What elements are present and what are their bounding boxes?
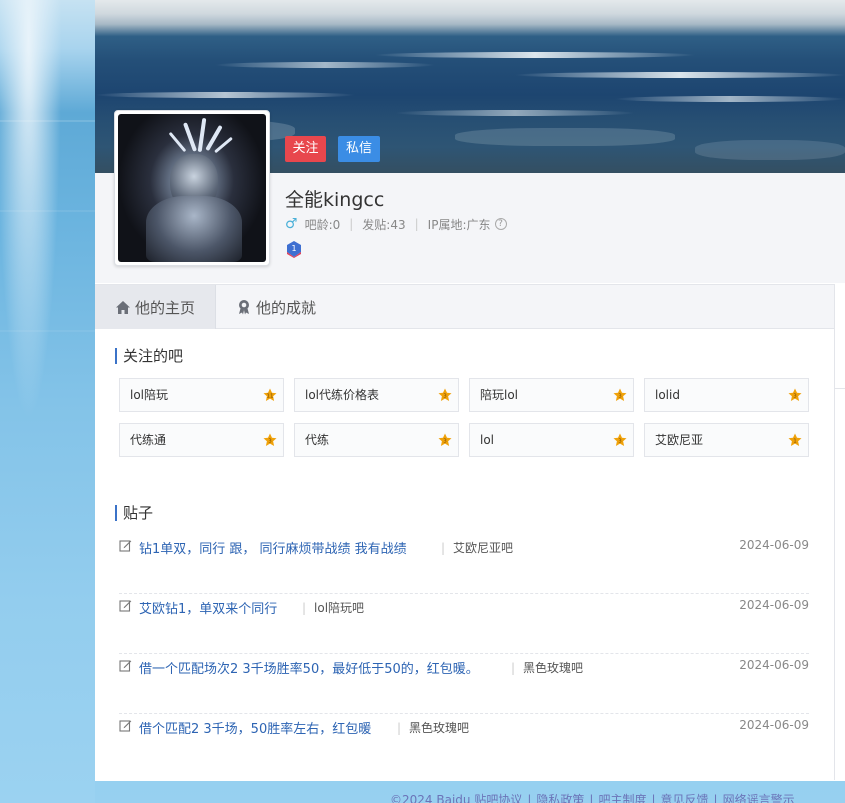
footer-link[interactable]: 贴吧协议 (474, 793, 522, 803)
forum-level-badge-icon: 11 (263, 388, 277, 401)
forum-level: 3 (443, 439, 447, 445)
forum-level-badge-icon: 3 (438, 388, 452, 401)
post-item: 钻1单双，同行 跟， 同行麻烦带战绩 我有战绩 | 艾欧尼亚吧 2024-06-0… (119, 534, 809, 594)
forum-item[interactable]: 陪玩lol 3 (469, 378, 634, 412)
message-button[interactable]: 私信 (338, 136, 380, 162)
forum-item[interactable]: lolid 3 (644, 378, 809, 412)
edit-icon (119, 600, 132, 612)
forum-name: 代练 (305, 433, 330, 447)
edit-icon (119, 660, 132, 672)
forum-name: lol (480, 433, 495, 447)
user-level-badge-icon[interactable]: 1 (285, 240, 303, 258)
banner-wave (515, 72, 845, 78)
avatar[interactable] (114, 110, 270, 266)
tab-home[interactable]: 他的主页 (95, 285, 217, 329)
tab-achievements[interactable]: 他的成就 (216, 285, 336, 329)
forum-name: 艾欧尼亚 (655, 433, 704, 447)
forum-name: 代练通 (130, 433, 167, 447)
forum-level: 3 (618, 394, 622, 400)
footer-link[interactable]: 吧主制度 (598, 793, 646, 803)
banner-wave (215, 62, 435, 68)
forum-level: 3 (268, 439, 272, 445)
home-icon (116, 300, 130, 314)
forum-name: lol代练价格表 (305, 388, 380, 402)
background-wave (0, 210, 95, 212)
banner-foam (455, 128, 675, 146)
forum-name: lolid (655, 388, 680, 402)
forum-item[interactable]: lol陪玩 11 (119, 378, 284, 412)
footer-link[interactable]: 意见反馈 (661, 793, 709, 803)
banner-wave (95, 92, 355, 98)
post-title[interactable]: 钻1单双，同行 跟， 同行麻烦带战绩 我有战绩 (139, 538, 407, 557)
profile-tabs: 他的主页 他的成就 (95, 284, 834, 329)
banner-foam (695, 140, 845, 160)
post-title[interactable]: 借一个匹配场次2 3千场胜率50，最好低于50的，红包暖。 (139, 658, 479, 677)
post-forum[interactable]: | 黑色玫瑰吧 (389, 719, 469, 736)
avatar-image (118, 114, 266, 262)
post-count: 发贴:43 (362, 217, 406, 232)
ip-location: IP属地:广东 (427, 217, 491, 232)
followed-forums-title: 关注的吧 (115, 348, 183, 364)
footer-link[interactable]: 隐私政策 (536, 793, 584, 803)
forum-item[interactable]: 代练通 3 (119, 423, 284, 457)
edit-icon (119, 540, 132, 552)
post-title[interactable]: 借个匹配2 3千场，50胜率左右，红包暖 (139, 718, 371, 737)
banner-wave (375, 52, 695, 58)
forum-age: 吧龄:0 (304, 217, 341, 232)
followed-forums-list: lol陪玩 11 lol代练价格表 3 陪玩lol 3 lolid 3 代练通 … (119, 378, 809, 457)
meta-separator: | (414, 217, 419, 231)
male-gender-icon: ♂ (285, 216, 298, 232)
forum-name: 陪玩lol (480, 388, 519, 402)
post-date: 2024-06-09 (739, 538, 809, 552)
posts-title: 贴子 (115, 505, 153, 521)
forum-level-badge-icon: 3 (263, 433, 277, 446)
forum-level: 1 (793, 439, 797, 445)
medal-icon (239, 300, 250, 315)
sidebar-divider (835, 388, 845, 389)
forum-item[interactable]: lol代练价格表 3 (294, 378, 459, 412)
forum-name: lol陪玩 (130, 388, 169, 402)
background-sea (0, 0, 95, 803)
follow-button[interactable]: 关注 (285, 136, 326, 162)
post-date: 2024-06-09 (739, 598, 809, 612)
forum-level: 3 (793, 394, 797, 400)
background-wave (0, 120, 95, 122)
forum-level: 3 (443, 394, 447, 400)
banner-wave (395, 110, 635, 116)
post-forum[interactable]: | 艾欧尼亚吧 (433, 539, 513, 556)
post-forum[interactable]: | lol陪玩吧 (294, 599, 364, 616)
forum-level-badge-icon: 3 (788, 388, 802, 401)
meta-separator: | (349, 217, 354, 231)
user-meta: ♂ 吧龄:0 | 发贴:43 | IP属地:广东 ? (285, 215, 507, 233)
page-footer: ©2024 Baidu 贴吧协议 | 隐私政策 | 吧主制度 | 意见反馈 | 网络谣言警示 (390, 791, 795, 803)
post-item: 借一个匹配场次2 3千场胜率50，最好低于50的，红包暖。 | 黑色玫瑰吧 202… (119, 654, 809, 714)
forum-level: 3 (618, 439, 622, 445)
edit-icon (119, 720, 132, 732)
sidebar-divider (834, 284, 835, 780)
forum-level-badge-icon: 1 (788, 433, 802, 446)
post-forum[interactable]: | 黑色玫瑰吧 (503, 659, 583, 676)
forum-level-badge-icon: 3 (613, 388, 627, 401)
user-level-number: 1 (291, 244, 296, 253)
forum-item[interactable]: 代练 3 (294, 423, 459, 457)
forum-level-badge-icon: 3 (438, 433, 452, 446)
footer-copyright: ©2024 Baidu (390, 793, 471, 803)
banner-wave (615, 96, 845, 102)
forum-item[interactable]: lol 3 (469, 423, 634, 457)
footer-link[interactable]: 网络谣言警示 (723, 793, 795, 803)
username: 全能kingcc (285, 189, 385, 211)
forum-item[interactable]: 艾欧尼亚 1 (644, 423, 809, 457)
tab-home-label: 他的主页 (135, 298, 196, 317)
forum-level: 11 (267, 394, 274, 400)
background-wave (0, 330, 95, 332)
help-icon[interactable]: ? (494, 218, 507, 230)
post-title[interactable]: 艾欧钻1，单双来个同行 (139, 598, 277, 617)
post-date: 2024-06-09 (739, 718, 809, 732)
forum-level-badge-icon: 3 (613, 433, 627, 446)
post-item: 借个匹配2 3千场，50胜率左右，红包暖 | 黑色玫瑰吧 2024-06-09 (119, 714, 809, 774)
tab-achievements-label: 他的成就 (256, 298, 317, 317)
post-item: 艾欧钻1，单双来个同行 | lol陪玩吧 2024-06-09 (119, 594, 809, 654)
post-date: 2024-06-09 (739, 658, 809, 672)
